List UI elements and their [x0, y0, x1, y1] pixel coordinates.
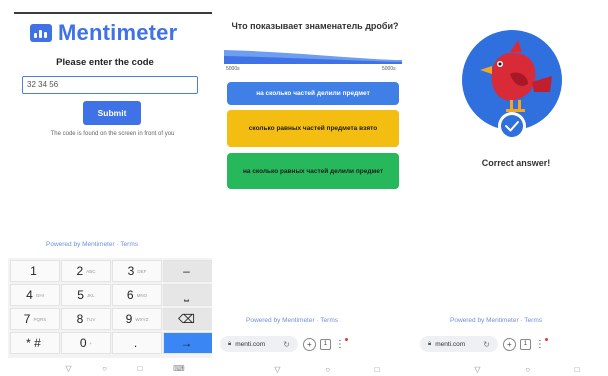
key-letters: GHI	[35, 292, 44, 298]
logo-icon	[30, 24, 52, 42]
powered-by-link[interactable]: Powered by Mentimeter · Terms	[246, 317, 338, 324]
key-11[interactable]: ⌫	[163, 308, 213, 330]
key-digit: .	[133, 336, 138, 350]
question-title: Что показывает знаменатель дроби?	[231, 21, 399, 31]
home-nav-icon[interactable]: ○	[525, 365, 530, 374]
key-digit: ⌫	[178, 312, 195, 326]
key-digit: 7	[23, 312, 31, 326]
submit-button[interactable]: Submit	[83, 101, 141, 125]
add-tab-icon[interactable]: +	[302, 337, 316, 351]
reload-icon[interactable]: ↻	[283, 340, 290, 349]
key-digit: 8	[76, 312, 84, 326]
key-1[interactable]: 2 ABC	[61, 260, 111, 282]
key-digit: 6	[126, 288, 134, 302]
browser-url-bar: 🔒︎ menti.com ↻ + 1 ⋮	[420, 334, 548, 354]
url-text: menti.com	[435, 340, 466, 348]
key-3[interactable]: –	[163, 260, 213, 282]
correct-answer-message: Correct answer!	[481, 158, 551, 168]
scale-right-label: 5000s	[382, 66, 396, 72]
key-letters: DEF	[137, 268, 147, 274]
answer-option-3[interactable]: на сколько равных частей делили предмет	[227, 153, 399, 189]
recent-nav-icon[interactable]: □	[138, 364, 143, 373]
lock-icon: 🔒︎	[428, 340, 432, 347]
enter-code-label: Please enter the code	[56, 57, 154, 68]
key-digit: 5	[77, 288, 84, 302]
key-letters: MNO	[136, 292, 148, 298]
key-2[interactable]: 3 DEF	[112, 260, 162, 282]
answer-option-1[interactable]: на сколько частей делили предмет	[227, 82, 399, 105]
recent-nav-icon[interactable]: □	[575, 365, 580, 374]
mentimeter-logo: Mentimeter	[30, 20, 177, 46]
key-9[interactable]: 8 TUV	[61, 308, 111, 330]
key-letters: ABC	[86, 268, 96, 274]
key-13[interactable]: 0 +	[61, 332, 111, 354]
home-nav-icon[interactable]: ○	[102, 364, 107, 373]
browser-url-bar: 🔒︎ menti.com ↻ + 1 ⋮	[220, 334, 348, 354]
scale-left-label: 5000s	[226, 66, 240, 72]
back-nav-icon[interactable]: ▽	[474, 365, 480, 374]
key-letters: JKL	[86, 292, 95, 298]
key-digit: 3	[127, 264, 135, 278]
android-nav-bar: ▽ ○ □ ⌨	[50, 362, 200, 374]
key-4[interactable]: 4 GHI	[10, 284, 60, 306]
key-digit: ⎵	[184, 287, 189, 302]
key-12[interactable]: * #	[10, 332, 60, 354]
key-6[interactable]: 6 MNO	[112, 284, 162, 306]
key-letters: WXYZ	[135, 316, 149, 322]
powered-by-link[interactable]: Powered by Mentimeter · Terms	[46, 241, 138, 248]
back-nav-icon[interactable]: ▽	[274, 365, 280, 374]
key-digit: 4	[26, 288, 33, 302]
lock-icon: 🔒︎	[228, 340, 232, 347]
android-nav-bar: ▽ ○ □	[452, 363, 602, 375]
key-8[interactable]: 7 PQRS	[10, 308, 60, 330]
timer-wave	[224, 50, 402, 64]
code-input[interactable]: 32 34 56	[22, 76, 198, 94]
key-digit: 1	[30, 264, 37, 278]
recent-nav-icon[interactable]: □	[375, 365, 380, 374]
status-divider	[14, 12, 214, 14]
home-nav-icon[interactable]: ○	[325, 365, 330, 374]
code-hint: The code is found on the screen in front…	[50, 131, 175, 137]
url-text: menti.com	[235, 340, 266, 348]
numeric-keyboard: 1 2 ABC 3 DEF –4 GHI 5 JKL 6 MNO ⎵ 7 PQRS 8 TUV 9 WXYZ ⌫ * …	[8, 258, 213, 358]
key-digit: 0	[79, 336, 87, 350]
add-tab-icon[interactable]: +	[502, 337, 516, 351]
keyboard-nav-icon[interactable]: ⌨	[173, 364, 185, 373]
bird-avatar	[462, 30, 562, 140]
key-0[interactable]: 1	[10, 260, 60, 282]
key-letters: +	[89, 340, 93, 346]
key-digit: 2	[76, 264, 84, 278]
result-screen: Correct answer! Powered by Mentimeter · …	[412, 0, 608, 376]
menu-icon[interactable]: ⋮	[335, 337, 348, 350]
key-digit: * #	[26, 336, 41, 350]
key-letters: TUV	[86, 316, 96, 322]
key-7[interactable]: ⎵	[163, 284, 213, 306]
key-14[interactable]: .	[112, 332, 162, 354]
key-digit: →	[180, 336, 193, 350]
key-digit: 9	[125, 312, 133, 326]
question-screen: Что показывает знаменатель дроби? 5000s …	[212, 0, 410, 376]
tabs-icon[interactable]: 1	[519, 338, 531, 350]
join-screen: Mentimeter Please enter the code 32 34 5…	[0, 0, 214, 376]
key-15[interactable]: →	[163, 332, 213, 354]
key-5[interactable]: 5 JKL	[61, 284, 111, 306]
key-digit: –	[183, 264, 190, 278]
address-field[interactable]: 🔒︎ menti.com ↻	[220, 336, 298, 352]
key-10[interactable]: 9 WXYZ	[112, 308, 162, 330]
address-field[interactable]: 🔒︎ menti.com ↻	[420, 336, 498, 352]
key-letters: PQRS	[33, 316, 47, 322]
back-nav-icon[interactable]: ▽	[65, 364, 71, 373]
brand-name: Mentimeter	[58, 20, 178, 45]
android-nav-bar: ▽ ○ □	[252, 363, 402, 375]
menu-icon[interactable]: ⋮	[535, 337, 548, 350]
tabs-icon[interactable]: 1	[319, 338, 331, 350]
answer-option-2[interactable]: сколько равных частей предмета взято	[227, 110, 399, 147]
powered-by-link[interactable]: Powered by Mentimeter · Terms	[450, 317, 542, 324]
reload-icon[interactable]: ↻	[483, 340, 490, 349]
